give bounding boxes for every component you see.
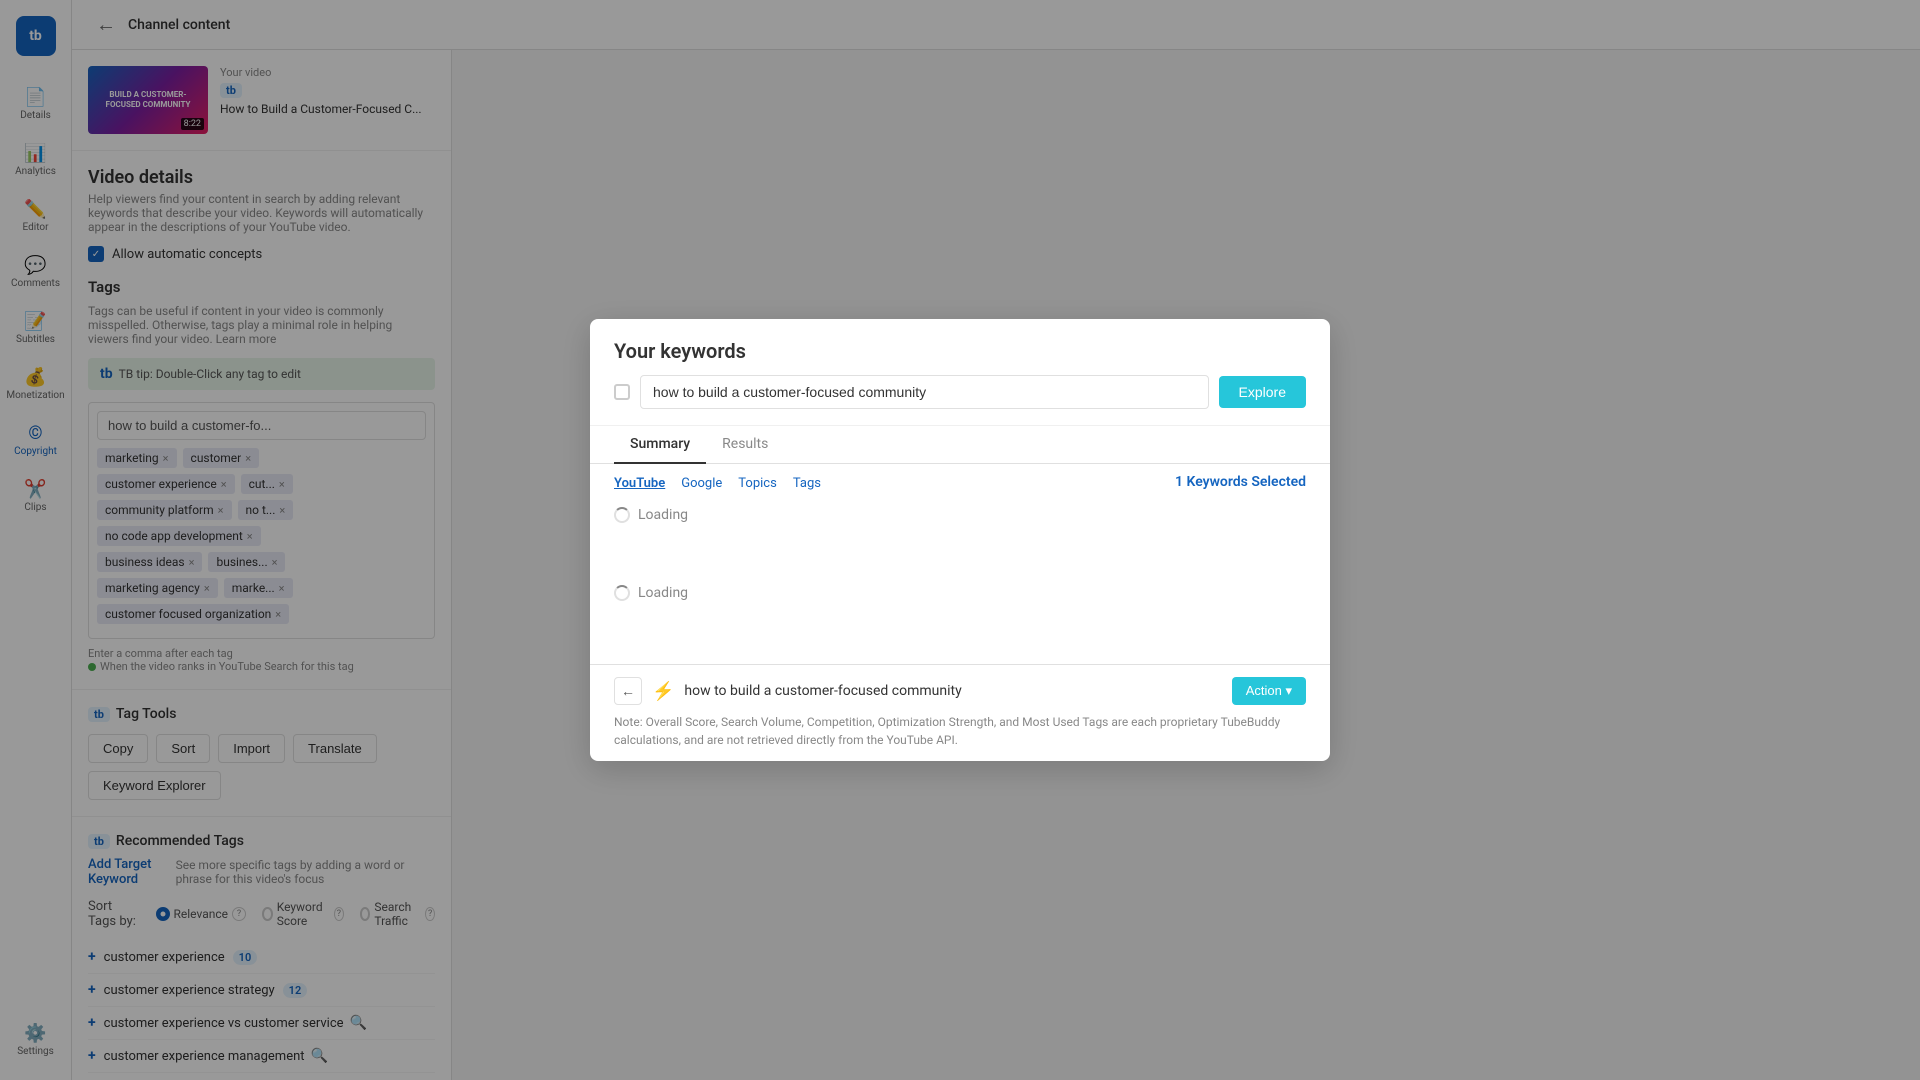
keyword-checkbox[interactable] [614,384,630,400]
platform-tab-youtube[interactable]: YouTube [614,476,665,491]
keywords-selected-badge: 1 Keywords Selected [1175,474,1306,490]
keyword-name: how to build a customer-focused communit… [684,683,1221,699]
loading-section-2: Loading [590,569,1330,617]
loading-spinner [614,507,630,523]
loading-spinner-2 [614,585,630,601]
platform-tab-topics[interactable]: Topics [738,476,777,491]
modal-tabs: Summary Results [590,426,1330,464]
explore-button[interactable]: Explore [1219,376,1306,408]
back-button[interactable]: ← [614,677,642,705]
modal-overlay: Your keywords Explore Summary Results 1 … [0,0,1920,1080]
keyword-result-row: ← ⚡ how to build a customer-focused comm… [614,677,1306,705]
tab-summary[interactable]: Summary [614,426,706,464]
keyword-explorer-modal: Your keywords Explore Summary Results 1 … [590,319,1330,761]
platform-tab-tags[interactable]: Tags [793,476,821,491]
tab-results[interactable]: Results [706,426,784,464]
keyword-icon: ⚡ [652,681,674,702]
keyword-input-row: Explore [614,375,1306,409]
keyword-input[interactable] [640,375,1209,409]
modal-header: Your keywords Explore [590,319,1330,426]
loading-text-2: Loading [638,585,688,601]
loading-text: Loading [638,507,688,523]
loading-section-1: Loading [590,491,1330,539]
modal-title: Your keywords [614,339,1306,363]
action-button[interactable]: Action ▾ [1232,677,1306,705]
note-text: Note: Overall Score, Search Volume, Comp… [614,713,1306,749]
modal-content: 1 Keywords Selected YouTube Google Topic… [590,464,1330,664]
modal-bottom: ← ⚡ how to build a customer-focused comm… [590,664,1330,761]
platform-tab-google[interactable]: Google [681,476,722,491]
